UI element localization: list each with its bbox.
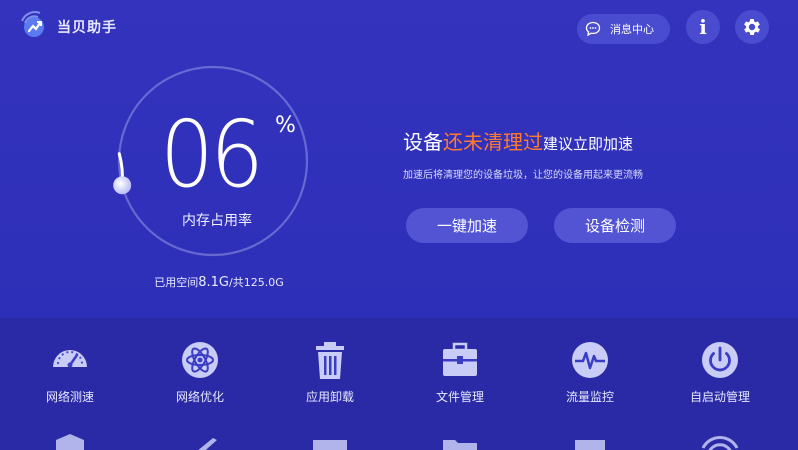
message-center-button[interactable]: 消息中心 — [577, 14, 670, 44]
status-headline: 设备还未清理过建议立即加速 — [403, 126, 633, 155]
percent-sign: % — [275, 113, 296, 138]
tool-traffic-monitor[interactable]: 流量监控 — [535, 340, 645, 405]
device-check-button[interactable]: 设备检测 — [554, 208, 676, 243]
tool-network-optimize[interactable]: 网络优化 — [145, 340, 255, 405]
tool-label: 应用卸载 — [305, 390, 354, 404]
gauge-knob — [113, 176, 132, 195]
storage-total: /共125.0G — [229, 276, 284, 289]
tool-label: 网络优化 — [175, 390, 224, 404]
briefcase-icon — [443, 342, 477, 376]
tool-label: 自启动管理 — [689, 390, 750, 404]
shield-icon[interactable] — [47, 432, 93, 450]
storage-used-prefix: 已用空间 — [154, 276, 199, 289]
tv-icon[interactable] — [307, 432, 353, 450]
tool-label: 流量监控 — [565, 390, 614, 404]
tool-autostart-manager[interactable]: 自启动管理 — [665, 340, 775, 405]
memory-percent: 06 — [160, 101, 264, 208]
speedometer-icon — [53, 350, 87, 368]
gear-icon — [744, 19, 760, 35]
chat-bubble-icon — [585, 21, 601, 37]
tool-file-manager[interactable]: 文件管理 — [405, 340, 515, 405]
atom-icon — [182, 342, 218, 378]
message-center-label: 消息中心 — [610, 23, 654, 36]
trash-icon — [316, 342, 344, 379]
storage-used-value: 8.1G — [198, 275, 229, 290]
power-icon — [702, 342, 738, 378]
memory-usage-label: 内存占用率 — [182, 213, 252, 229]
app-title: 当贝助手 — [57, 20, 117, 36]
tool-label: 网络测速 — [45, 390, 94, 404]
info-icon: i — [699, 15, 707, 39]
storage-usage: 已用空间8.1G/共125.0G — [100, 274, 338, 290]
tool-label: 文件管理 — [435, 390, 484, 404]
accelerate-button[interactable]: 一键加速 — [406, 208, 528, 243]
box-icon[interactable] — [567, 432, 613, 450]
headline-highlight: 还未清理过 — [443, 130, 543, 154]
app-logo-icon — [21, 11, 44, 37]
rocket-icon[interactable] — [177, 432, 223, 450]
pulse-icon — [572, 342, 608, 378]
tool-app-uninstall[interactable]: 应用卸载 — [275, 340, 385, 405]
status-subline: 加速后将清理您的设备垃圾，让您的设备用起来更流畅 — [403, 170, 643, 181]
wifi-icon[interactable] — [697, 432, 743, 450]
settings-button[interactable] — [735, 10, 769, 44]
folder-icon[interactable] — [437, 432, 483, 450]
headline-post: 建议立即加速 — [543, 135, 634, 153]
tool-speed-test[interactable]: 网络测速 — [15, 340, 125, 405]
headline-pre: 设备 — [403, 130, 443, 154]
info-button[interactable]: i — [686, 10, 720, 44]
